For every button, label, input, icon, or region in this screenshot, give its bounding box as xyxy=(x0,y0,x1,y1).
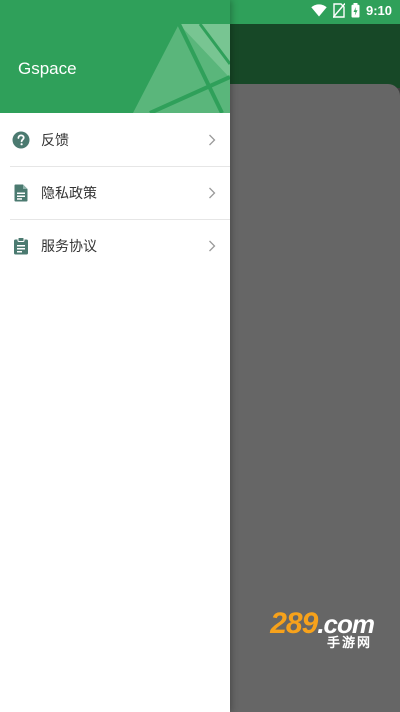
menu-item-label: 反馈 xyxy=(41,132,69,149)
status-time: 9:10 xyxy=(365,3,392,18)
menu-item-privacy-policy[interactable]: 隐私政策 xyxy=(0,166,230,219)
document-icon xyxy=(12,184,30,202)
navigation-drawer: Gspace 反馈 隐私政策 服务协议 xyxy=(0,0,230,712)
menu-item-label: 服务协议 xyxy=(41,238,97,255)
battery-icon xyxy=(351,3,360,18)
watermark-logo: 289.com xyxy=(270,607,375,640)
wifi-icon xyxy=(311,4,327,17)
help-circle-icon xyxy=(12,131,30,149)
drawer-title: Gspace xyxy=(18,59,77,78)
clipboard-icon xyxy=(12,236,30,255)
chevron-right-icon xyxy=(209,187,216,198)
header-decoration xyxy=(133,23,230,113)
drawer-header: Gspace xyxy=(0,0,230,113)
no-sim-icon xyxy=(332,3,345,18)
menu-item-service-agreement[interactable]: 服务协议 xyxy=(0,219,230,272)
chevron-right-icon xyxy=(209,240,216,251)
app-toolbar xyxy=(230,24,400,88)
menu-item-label: 隐私政策 xyxy=(41,185,97,202)
menu-item-feedback[interactable]: 反馈 xyxy=(0,113,230,166)
watermark: 289.com 手游网 xyxy=(270,607,375,651)
drawer-menu: 反馈 隐私政策 服务协议 xyxy=(0,113,230,272)
drawer-scrim[interactable]: 289.com 手游网 xyxy=(230,84,400,712)
chevron-right-icon xyxy=(209,134,216,145)
status-icons: 9:10 xyxy=(311,3,392,18)
